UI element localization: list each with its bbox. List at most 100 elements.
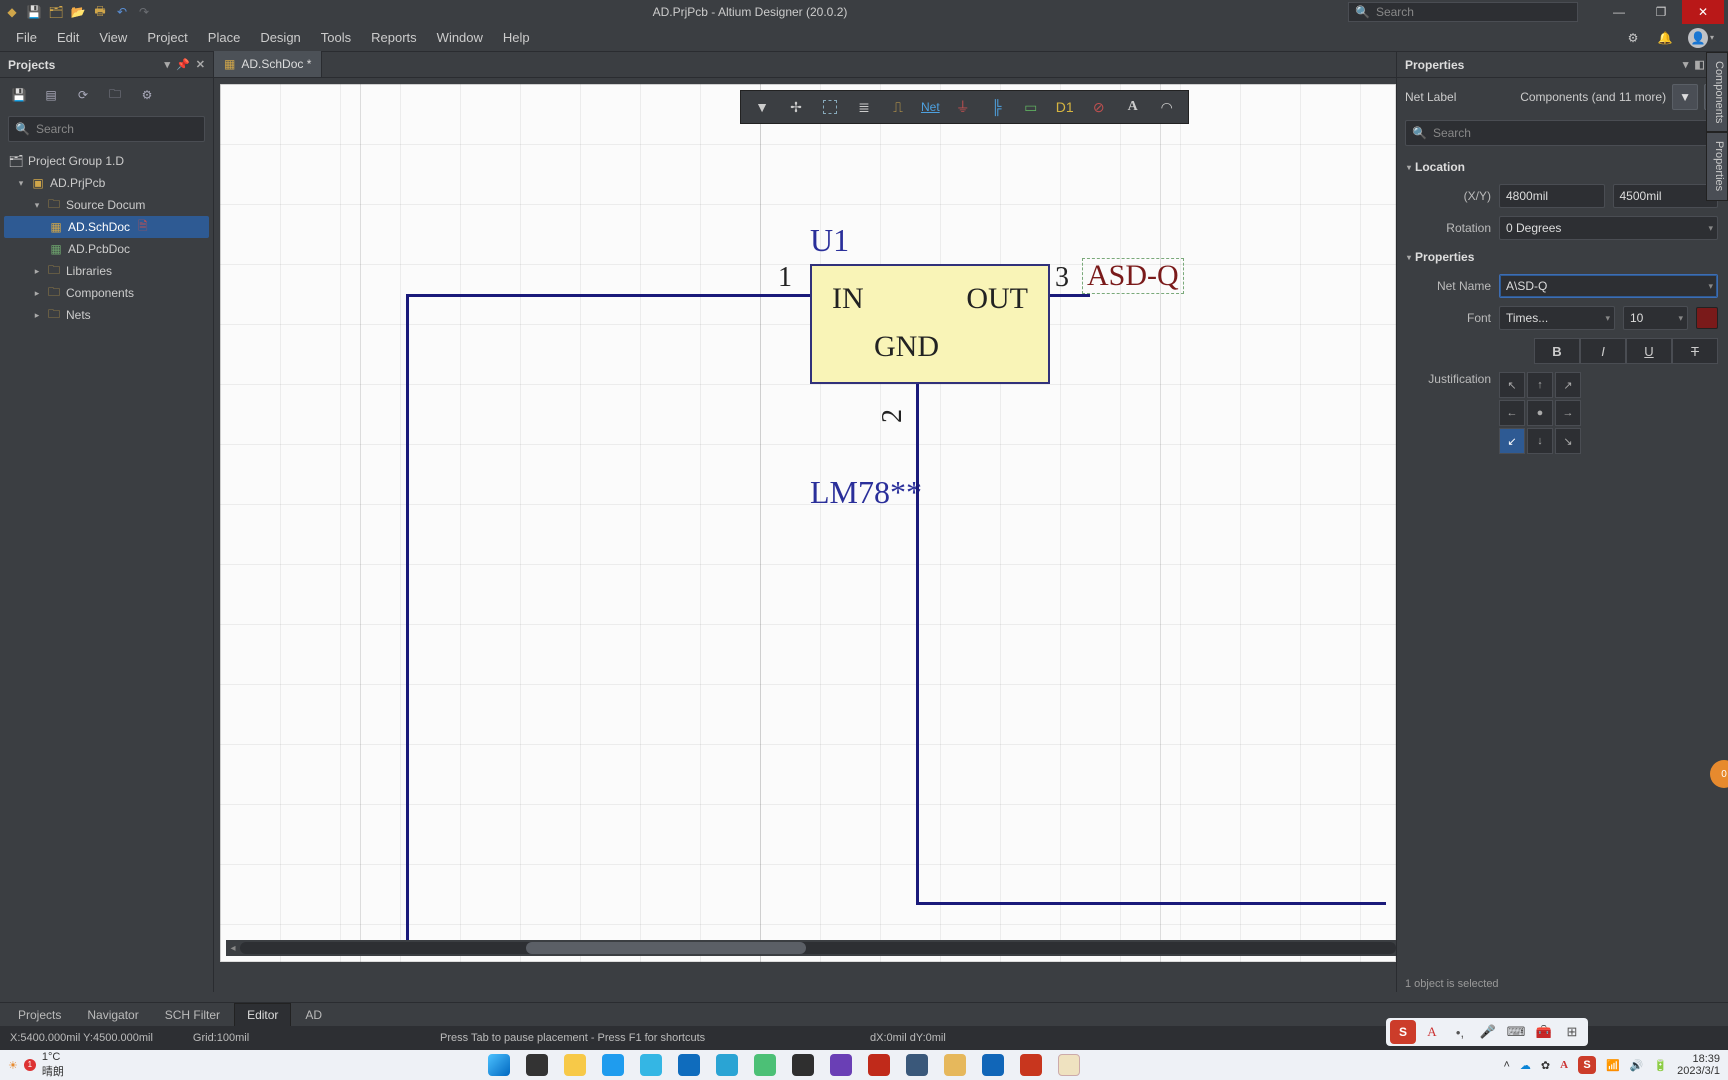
- underline-button[interactable]: U: [1626, 338, 1672, 364]
- panel-close-icon[interactable]: ✕: [196, 58, 205, 71]
- menu-place[interactable]: Place: [198, 26, 251, 49]
- section-properties[interactable]: ▾Properties: [1397, 244, 1728, 270]
- doc-tab-schdoc[interactable]: ▦ AD.SchDoc *: [214, 51, 322, 77]
- panel-dropdown-icon[interactable]: ▾: [1683, 58, 1689, 71]
- expand-icon[interactable]: ▸: [32, 266, 42, 277]
- edge-icon[interactable]: [602, 1054, 624, 1076]
- isis-icon[interactable]: [906, 1054, 928, 1076]
- tree-project[interactable]: ▾ ▣ AD.PrjPcb: [4, 172, 209, 194]
- just-br[interactable]: ↘: [1555, 428, 1581, 454]
- section-location[interactable]: ▾Location: [1397, 154, 1728, 180]
- x-field[interactable]: 4800mil: [1499, 184, 1605, 208]
- sch-active-bar[interactable]: ▼ ✢ ≣ ⎍ Net ⏚ ╠ ▭ D1 ⊘ A ◠: [740, 90, 1189, 124]
- tree-nets[interactable]: ▸ 🗀 Nets: [4, 304, 209, 326]
- place-text-icon[interactable]: A: [1118, 94, 1148, 120]
- start-button[interactable]: [488, 1054, 510, 1076]
- ime-sogou-icon[interactable]: S: [1390, 1020, 1416, 1044]
- panel-pin-icon[interactable]: 📌: [176, 58, 190, 71]
- move-icon[interactable]: ✢: [781, 94, 811, 120]
- just-tr[interactable]: ↗: [1555, 372, 1581, 398]
- wire[interactable]: [406, 294, 810, 297]
- tree-libraries[interactable]: ▸ 🗀 Libraries: [4, 260, 209, 282]
- project-tree[interactable]: 🗂 Project Group 1.D ▾ ▣ AD.PrjPcb ▾ 🗀 So…: [0, 146, 213, 330]
- ime-indicator-icon[interactable]: A: [1560, 1059, 1568, 1071]
- save-icon[interactable]: 💾: [26, 4, 42, 20]
- place-net-label-icon[interactable]: Net: [917, 94, 944, 120]
- side-tab-properties[interactable]: Properties: [1706, 132, 1728, 200]
- account-menu[interactable]: 👤 ▾: [1688, 28, 1714, 48]
- windows-taskbar[interactable]: ☀ 1 1°C 晴朗 ˄ ☁ ✿ A S 📶 🔊 🔋 18:39: [0, 1050, 1728, 1080]
- tab-ad[interactable]: AD: [293, 1004, 334, 1026]
- app-icon-7[interactable]: [1020, 1054, 1042, 1076]
- menu-reports[interactable]: Reports: [361, 26, 427, 49]
- print-icon[interactable]: 🖶: [92, 4, 108, 20]
- ime-lang-button[interactable]: A: [1420, 1021, 1444, 1043]
- explorer-icon[interactable]: [564, 1054, 586, 1076]
- bell-icon[interactable]: 🔔: [1656, 29, 1674, 47]
- bold-button[interactable]: B: [1534, 338, 1580, 364]
- save-project-icon[interactable]: 💾: [8, 84, 30, 106]
- panel-pin-icon[interactable]: ◧: [1694, 58, 1704, 71]
- tab-projects[interactable]: Projects: [6, 1004, 73, 1026]
- wifi-icon[interactable]: 📶: [1606, 1059, 1620, 1072]
- altium-icon[interactable]: [1058, 1054, 1080, 1076]
- place-directive-icon[interactable]: D1: [1050, 94, 1080, 120]
- onedrive-icon[interactable]: ☁: [1520, 1059, 1531, 1072]
- app-icon-1[interactable]: [640, 1054, 662, 1076]
- place-power-icon[interactable]: ⏚: [948, 94, 978, 120]
- expand-icon[interactable]: ▸: [32, 288, 42, 299]
- compile-icon[interactable]: ▤: [40, 84, 62, 106]
- sogou-tray-icon[interactable]: S: [1578, 1056, 1596, 1074]
- vs-icon[interactable]: [830, 1054, 852, 1076]
- ime-tool-icon[interactable]: 🧰: [1532, 1021, 1556, 1043]
- scroll-left-icon[interactable]: ◂: [226, 940, 240, 956]
- menu-tools[interactable]: Tools: [311, 26, 361, 49]
- component-body[interactable]: IN OUT GND: [810, 264, 1050, 384]
- app-icon-6[interactable]: [982, 1054, 1004, 1076]
- redo-icon[interactable]: ↷: [136, 4, 152, 20]
- designator-text[interactable]: U1: [810, 222, 849, 259]
- side-tab-components[interactable]: Components: [1706, 52, 1728, 132]
- app-icon-2[interactable]: [716, 1054, 738, 1076]
- wire[interactable]: [406, 294, 409, 944]
- place-arc-icon[interactable]: ◠: [1152, 94, 1182, 120]
- place-noerc-icon[interactable]: ⊘: [1084, 94, 1114, 120]
- menu-help[interactable]: Help: [493, 26, 540, 49]
- net-name-field[interactable]: A\SD-Q▾: [1499, 274, 1718, 298]
- close-button[interactable]: ✕: [1682, 0, 1724, 24]
- wire[interactable]: [1050, 294, 1090, 297]
- global-search[interactable]: 🔍 Search: [1348, 2, 1578, 22]
- y-field[interactable]: 4500mil: [1613, 184, 1719, 208]
- clock-date[interactable]: 2023/3/1: [1677, 1065, 1720, 1077]
- tree-group[interactable]: 🗂 Project Group 1.D: [4, 150, 209, 172]
- ime-keyboard-icon[interactable]: ⌨: [1504, 1021, 1528, 1043]
- taskbar-weather[interactable]: ☀ 1 1°C 晴朗: [8, 1051, 64, 1079]
- just-bc[interactable]: ↓: [1527, 428, 1553, 454]
- project-options-icon[interactable]: 🗀: [104, 84, 126, 106]
- ime-punct-button[interactable]: •,: [1448, 1021, 1472, 1043]
- open-icon[interactable]: 📂: [70, 4, 86, 20]
- app-icon-5[interactable]: [944, 1054, 966, 1076]
- ime-more-icon[interactable]: ⊞: [1560, 1021, 1584, 1043]
- tab-sch-filter[interactable]: SCH Filter: [153, 1004, 232, 1026]
- menu-view[interactable]: View: [89, 26, 137, 49]
- wire[interactable]: [916, 902, 1386, 905]
- minimize-button[interactable]: —: [1598, 0, 1640, 24]
- filter-icon[interactable]: ▼: [747, 94, 777, 120]
- gear-icon[interactable]: ⚙: [1624, 29, 1642, 47]
- font-family-field[interactable]: Times...▾: [1499, 306, 1615, 330]
- place-part-icon[interactable]: ⎍: [883, 94, 913, 120]
- ime-toolbar[interactable]: S A •, 🎤 ⌨ 🧰 ⊞: [1386, 1018, 1588, 1046]
- store-icon[interactable]: [678, 1054, 700, 1076]
- italic-button[interactable]: I: [1580, 338, 1626, 364]
- projects-search[interactable]: 🔍 Search: [8, 116, 205, 142]
- strikeout-button[interactable]: Ŧ: [1672, 338, 1718, 364]
- panel-dropdown-icon[interactable]: ▾: [165, 58, 171, 71]
- expand-icon[interactable]: ▸: [32, 310, 42, 321]
- wechat-icon[interactable]: [754, 1054, 776, 1076]
- expand-icon[interactable]: ▾: [16, 178, 26, 189]
- justification-grid[interactable]: ↖ ↑ ↗ ← ● → ↙ ↓ ↘: [1499, 372, 1581, 454]
- place-sheet-icon[interactable]: ▭: [1016, 94, 1046, 120]
- menu-file[interactable]: File: [6, 26, 47, 49]
- ime-voice-icon[interactable]: 🎤: [1476, 1021, 1500, 1043]
